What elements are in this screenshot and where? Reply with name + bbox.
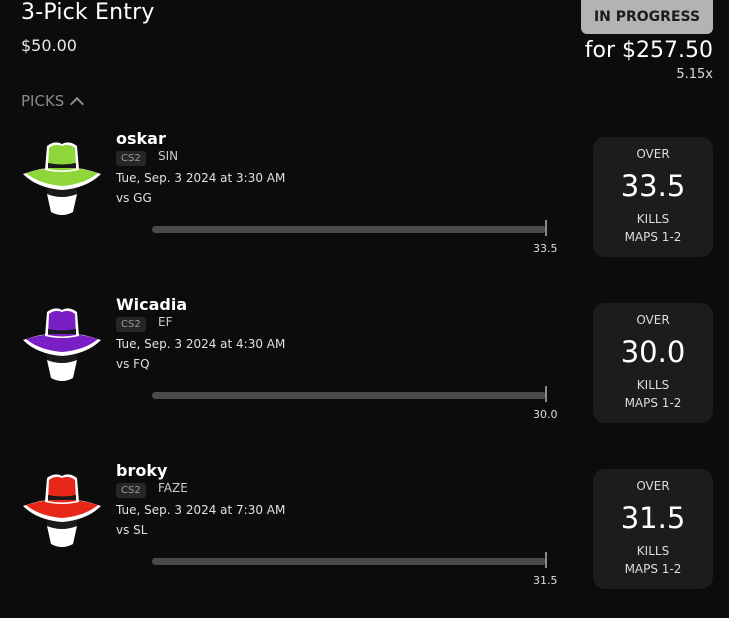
match-time: Tue, Sep. 3 2024 at 7:30 AM	[116, 503, 286, 517]
player-name: Wicadia	[116, 295, 188, 314]
chevron-up-icon	[70, 96, 85, 111]
game-badge: CS2	[116, 317, 146, 332]
progress-bar	[152, 392, 546, 399]
team-label: SIN	[158, 149, 179, 163]
game-badge: CS2	[116, 483, 146, 498]
picks-toggle[interactable]: PICKS	[21, 92, 85, 111]
progress-bar	[152, 558, 546, 565]
entry-stake: $50.00	[21, 36, 77, 55]
team-label: EF	[158, 315, 173, 329]
status-badge: IN PROGRESS	[581, 0, 713, 34]
line-direction: OVER	[636, 147, 670, 161]
progress-target-marker	[545, 220, 547, 236]
entry-title: 3-Pick Entry	[21, 0, 155, 25]
opponent-label: vs FQ	[116, 357, 150, 371]
opponent-label: vs SL	[116, 523, 148, 537]
progress-target-label: 31.5	[533, 574, 558, 587]
progress-target-marker	[545, 552, 547, 568]
progress-target-label: 33.5	[533, 242, 558, 255]
line-direction: OVER	[636, 313, 670, 327]
progress-target-marker	[545, 386, 547, 402]
payout-multiplier: 5.15x	[676, 67, 713, 82]
line-maps: MAPS 1-2	[624, 562, 682, 576]
line-direction: OVER	[636, 479, 670, 493]
pick-card: broky CS2 FAZE Tue, Sep. 3 2024 at 7:30 …	[0, 458, 729, 618]
payout-amount: for $257.50	[584, 38, 713, 63]
progress-bar	[152, 226, 546, 233]
line-card[interactable]: OVER 30.0 KILLS MAPS 1-2	[593, 303, 713, 423]
line-card[interactable]: OVER 33.5 KILLS MAPS 1-2	[593, 137, 713, 257]
player-avatar-icon	[23, 474, 101, 547]
match-time: Tue, Sep. 3 2024 at 4:30 AM	[116, 337, 286, 351]
line-value: 31.5	[620, 501, 686, 535]
player-avatar-icon	[23, 308, 101, 381]
pick-card: Wicadia CS2 EF Tue, Sep. 3 2024 at 4:30 …	[0, 292, 729, 452]
player-name: broky	[116, 461, 168, 480]
opponent-label: vs GG	[116, 191, 152, 205]
line-card[interactable]: OVER 31.5 KILLS MAPS 1-2	[593, 469, 713, 589]
line-stat: KILLS	[636, 544, 670, 558]
pick-card: oskar CS2 SIN Tue, Sep. 3 2024 at 3:30 A…	[0, 126, 729, 286]
line-maps: MAPS 1-2	[624, 230, 682, 244]
game-badge: CS2	[116, 151, 146, 166]
player-avatar-icon	[23, 142, 101, 215]
line-value: 33.5	[620, 169, 686, 203]
player-name: oskar	[116, 129, 166, 148]
progress-target-label: 30.0	[533, 408, 558, 421]
picks-header-label: PICKS	[21, 92, 65, 110]
match-time: Tue, Sep. 3 2024 at 3:30 AM	[116, 171, 286, 185]
line-maps: MAPS 1-2	[624, 396, 682, 410]
line-stat: KILLS	[636, 212, 670, 226]
line-stat: KILLS	[636, 378, 670, 392]
team-label: FAZE	[158, 481, 188, 495]
line-value: 30.0	[620, 335, 686, 369]
